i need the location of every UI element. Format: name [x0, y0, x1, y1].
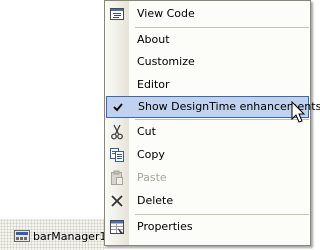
menu-item-cut[interactable]: Cut: [105, 121, 310, 143]
context-menu: View Code About Customize Editor Show De…: [104, 0, 320, 246]
menu-item-copy[interactable]: Copy: [105, 144, 310, 166]
tray-item-label: barManager1: [33, 229, 107, 243]
menu-item-delete[interactable]: Delete: [105, 190, 310, 212]
copy-icon: [109, 147, 125, 163]
menu-item-about[interactable]: About: [105, 29, 310, 51]
menu-item-customize[interactable]: Customize: [105, 51, 310, 73]
menu-item-label: Customize: [137, 55, 195, 68]
checkmark-icon: [110, 99, 126, 115]
properties-icon: [109, 219, 125, 235]
menu-item-label: Delete: [137, 194, 174, 207]
menu-separator: [135, 119, 309, 120]
designer-surface: barManager1 View Code About Customize Ed…: [0, 0, 320, 250]
menu-item-properties[interactable]: Properties: [105, 216, 310, 238]
menu-item-label: Editor: [137, 78, 170, 91]
mouse-cursor-icon: [291, 100, 307, 127]
view-code-icon: [109, 6, 125, 22]
tray-item-bar-manager[interactable]: barManager1: [14, 228, 106, 244]
menu-item-label: View Code: [137, 7, 195, 20]
menu-item-label: Properties: [137, 220, 193, 233]
menu-item-view-code[interactable]: View Code: [105, 3, 310, 25]
menu-item-label: About: [137, 33, 170, 46]
menu-item-label: Paste: [137, 171, 167, 184]
paste-icon: [109, 170, 125, 186]
menu-separator: [135, 214, 309, 215]
delete-icon: [109, 193, 125, 209]
scissors-icon: [109, 124, 125, 140]
menu-item-editor[interactable]: Editor: [105, 74, 310, 96]
menu-item-paste[interactable]: Paste: [105, 167, 310, 189]
menu-item-label: Copy: [137, 148, 165, 161]
menu-item-label: Cut: [137, 125, 156, 138]
menu-item-show-designtime-enhancements[interactable]: Show DesignTime enhancements: [106, 96, 320, 118]
menu-separator: [135, 27, 309, 28]
bar-manager-icon: [14, 229, 30, 243]
